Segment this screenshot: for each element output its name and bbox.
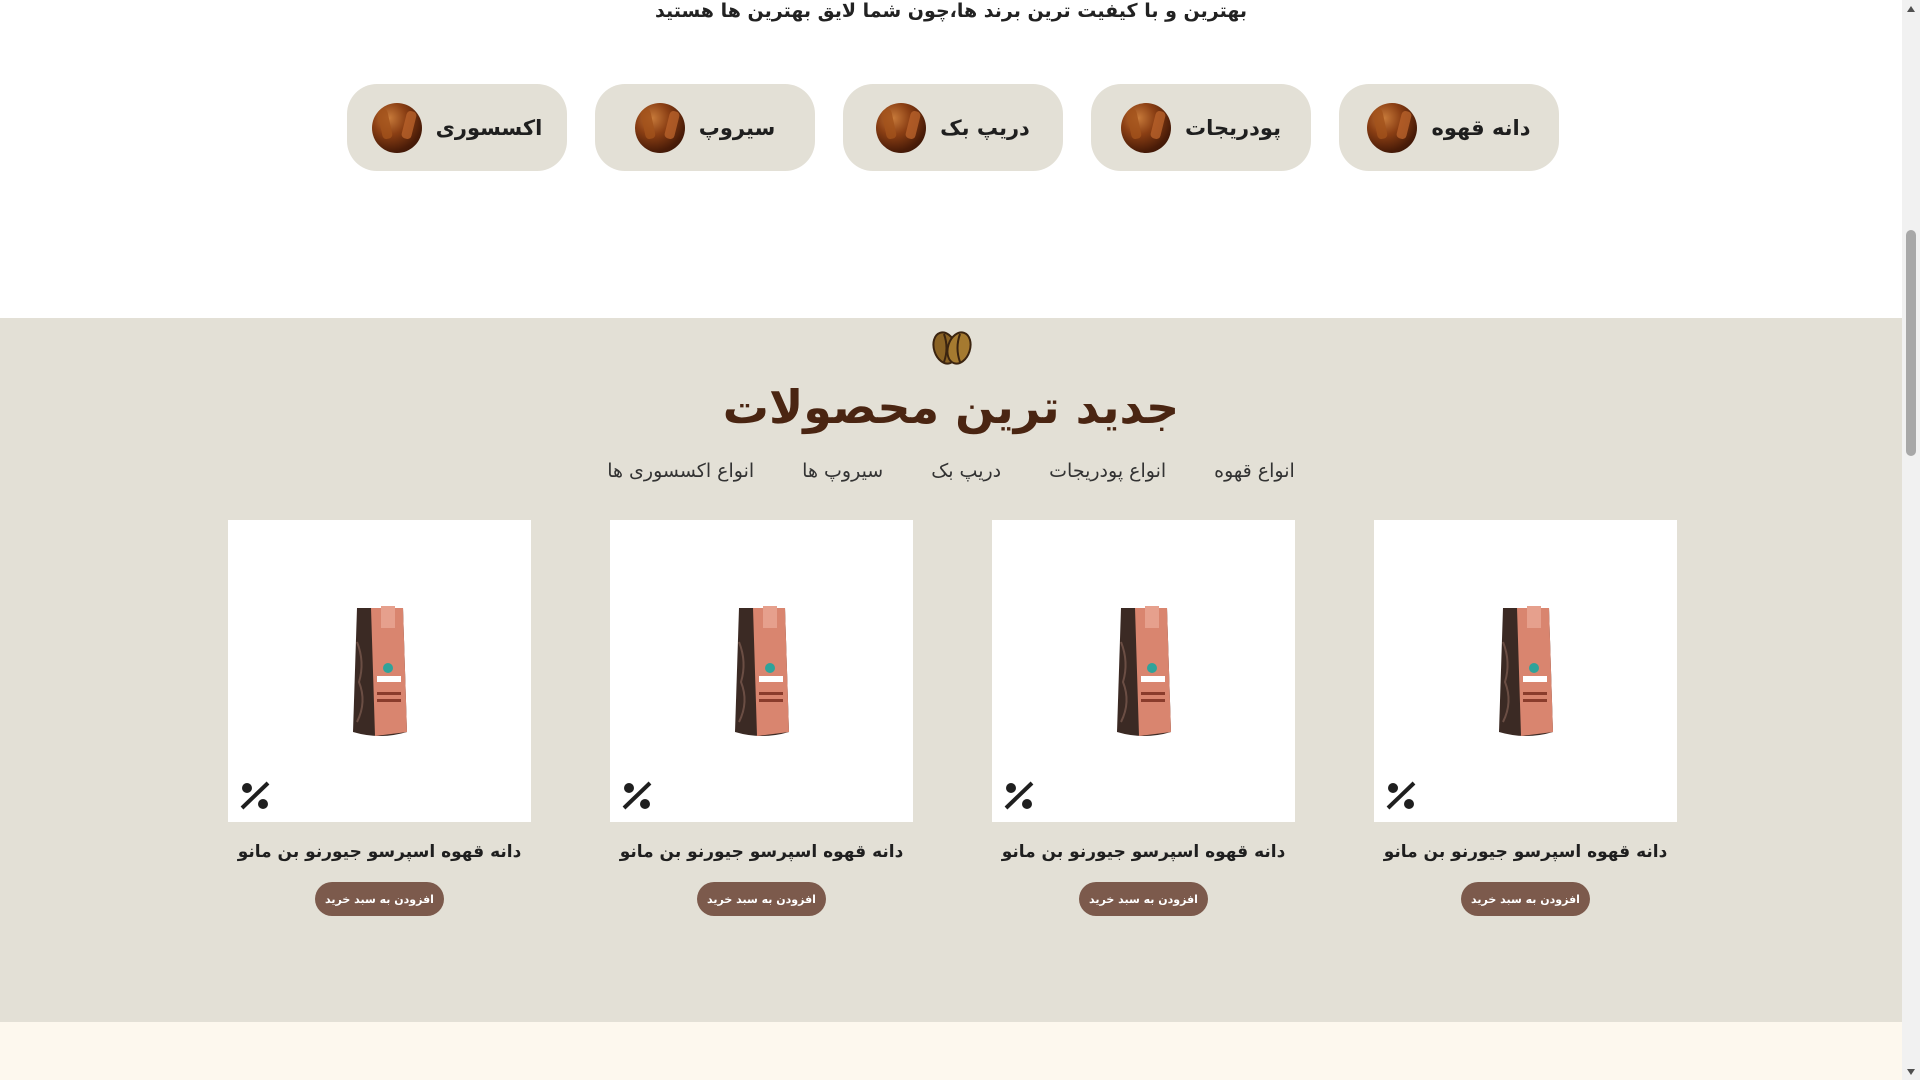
- discount-percent-icon: [622, 781, 652, 810]
- coffee-beans-thumbnail: [876, 102, 927, 153]
- section-title: جدید ترین محصولات: [722, 380, 1180, 434]
- tab-accessories[interactable]: انواع اکسسوری ها: [607, 460, 754, 482]
- category-label: سیروپ: [698, 115, 776, 140]
- newest-products-section: جدید ترین محصولات انواع قهوه انواع پودری…: [0, 318, 1902, 1022]
- product-image[interactable]: [228, 520, 531, 822]
- coffee-bag-image: [352, 606, 407, 736]
- vertical-scrollbar[interactable]: [1902, 0, 1920, 1080]
- category-label: اکسسوری: [435, 115, 543, 140]
- coffee-beans-thumbnail: [1121, 102, 1172, 153]
- product-card: دانه قهوه اسپرسو جیورنو بن مانو افزودن ب…: [610, 520, 913, 940]
- product-image[interactable]: [1374, 520, 1677, 822]
- category-card-drip-bag[interactable]: دریپ بک: [843, 84, 1063, 171]
- discount-percent-icon: [240, 781, 270, 810]
- tab-coffee-types[interactable]: انواع قهوه: [1214, 460, 1295, 482]
- product-name[interactable]: دانه قهوه اسپرسو جیورنو بن مانو: [620, 842, 904, 862]
- next-section: [0, 1022, 1902, 1080]
- product-grid: دانه قهوه اسپرسو جیورنو بن مانو افزودن ب…: [228, 520, 1677, 940]
- scrollbar-thumb[interactable]: [1906, 230, 1916, 456]
- tab-drip-bag[interactable]: دریپ بک: [931, 460, 1001, 482]
- category-label: دانه قهوه: [1431, 115, 1531, 140]
- category-card-accessories[interactable]: اکسسوری: [347, 84, 567, 171]
- coffee-beans-thumbnail: [1367, 102, 1418, 153]
- product-name[interactable]: دانه قهوه اسپرسو جیورنو بن مانو: [1384, 842, 1668, 862]
- coffee-bag-image: [1116, 606, 1171, 736]
- coffee-bean-icon: [932, 331, 972, 365]
- category-card-powders[interactable]: پودریجات: [1091, 84, 1311, 171]
- product-filter-tabs: انواع قهوه انواع پودریجات دریپ بک سیروپ …: [0, 460, 1902, 482]
- product-card: دانه قهوه اسپرسو جیورنو بن مانو افزودن ب…: [992, 520, 1295, 940]
- product-image[interactable]: [992, 520, 1295, 822]
- add-to-cart-button[interactable]: افزودن به سبد خرید: [1461, 882, 1590, 916]
- coffee-bag-image: [1498, 606, 1553, 736]
- coffee-beans-thumbnail: [634, 102, 685, 153]
- category-label: دریپ بک: [940, 115, 1030, 140]
- tab-powder-types[interactable]: انواع پودریجات: [1049, 460, 1166, 482]
- category-card-syrup[interactable]: سیروپ: [595, 84, 815, 171]
- discount-percent-icon: [1004, 781, 1034, 810]
- coffee-beans-thumbnail: [371, 102, 422, 153]
- tab-syrups[interactable]: سیروپ ها: [802, 460, 883, 482]
- add-to-cart-button[interactable]: افزودن به سبد خرید: [697, 882, 826, 916]
- scroll-down-arrow-icon[interactable]: [1902, 1063, 1920, 1080]
- product-name[interactable]: دانه قهوه اسپرسو جیورنو بن مانو: [238, 842, 522, 862]
- category-label: پودریجات: [1185, 115, 1281, 140]
- page-viewport: بهترین و با کیفیت ترین برند ها،چون شما ل…: [0, 0, 1902, 1080]
- add-to-cart-button[interactable]: افزودن به سبد خرید: [1079, 882, 1208, 916]
- category-card-coffee-beans[interactable]: دانه قهوه: [1339, 84, 1559, 171]
- product-card: دانه قهوه اسپرسو جیورنو بن مانو افزودن ب…: [1374, 520, 1677, 940]
- category-row: دانه قهوه پودریجات دریپ بک سیروپ اکسسوری: [347, 84, 1559, 171]
- add-to-cart-button[interactable]: افزودن به سبد خرید: [315, 882, 444, 916]
- product-card: دانه قهوه اسپرسو جیورنو بن مانو افزودن ب…: [228, 520, 531, 940]
- categories-section: بهترین و با کیفیت ترین برند ها،چون شما ل…: [0, 0, 1902, 318]
- product-image[interactable]: [610, 520, 913, 822]
- product-name[interactable]: دانه قهوه اسپرسو جیورنو بن مانو: [1002, 842, 1286, 862]
- scroll-up-arrow-icon[interactable]: [1902, 0, 1920, 17]
- discount-percent-icon: [1386, 781, 1416, 810]
- tagline: بهترین و با کیفیت ترین برند ها،چون شما ل…: [654, 0, 1248, 22]
- coffee-bag-image: [734, 606, 789, 736]
